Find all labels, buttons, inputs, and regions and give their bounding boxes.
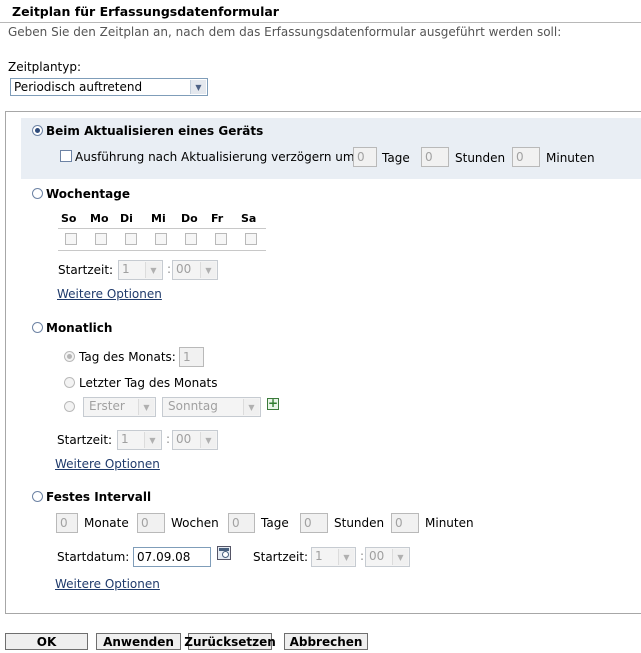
title-divider	[0, 22, 641, 23]
schedule-type-label: Zeitplantyp:	[8, 60, 82, 74]
ok-button[interactable]: OK	[5, 633, 88, 650]
weekday-header: So	[61, 212, 77, 225]
chevron-down-icon: ▼	[200, 432, 216, 448]
chevron-down-icon: ▼	[200, 262, 216, 278]
page-title: Zeitplan für Erfassungsdatenformular	[12, 4, 279, 19]
monthly-hour-select[interactable]: 1 ▼	[117, 430, 162, 450]
interval-months-label: Monate	[84, 516, 129, 530]
chevron-down-icon: ▼	[144, 432, 160, 448]
last-day-radio[interactable]	[64, 377, 75, 388]
month-weekday-select[interactable]: Sonntag ▼	[162, 397, 261, 417]
interval-minute-value: 00	[369, 549, 385, 563]
schedule-type-value: Periodisch auftretend	[14, 80, 143, 94]
weekday-header: Fr	[211, 212, 224, 225]
day-of-month-radio[interactable]	[64, 351, 75, 362]
weekday-header: Mo	[90, 212, 109, 225]
weekday-checkbox[interactable]	[185, 233, 197, 245]
apply-button[interactable]: Anwenden	[96, 633, 181, 650]
weekdays-start-time-label: Startzeit:	[58, 263, 114, 277]
chevron-down-icon: ▼	[392, 549, 408, 565]
start-date-input[interactable]: 07.09.08	[133, 547, 211, 567]
interval-start-time-label: Startzeit:	[253, 550, 309, 564]
delay-days-label: Tage	[382, 151, 410, 165]
ordinal-value: Erster	[89, 399, 125, 413]
last-day-label: Letzter Tag des Monats	[79, 376, 218, 390]
page-description: Geben Sie den Zeitplan an, nach dem das …	[8, 25, 562, 39]
weekdays-hour-value: 1	[122, 262, 130, 276]
time-separator: :	[166, 432, 171, 446]
weekday-header: Do	[181, 212, 198, 225]
weekday-header: Sa	[241, 212, 257, 225]
weekday-of-month-radio[interactable]	[64, 401, 75, 412]
chevron-down-icon: ▼	[145, 262, 161, 278]
day-of-month-label: Tag des Monats:	[79, 350, 176, 364]
delay-label: Ausführung nach Aktualisierung verzögern…	[75, 150, 359, 164]
interval-hour-value: 1	[315, 549, 323, 563]
weekday-divider	[58, 250, 266, 251]
delay-minutes-input[interactable]: 0	[512, 147, 540, 167]
weekday-checkbox[interactable]	[245, 233, 257, 245]
month-weekday-value: Sonntag	[168, 399, 218, 413]
delay-hours-input[interactable]: 0	[421, 147, 449, 167]
weekday-header: Di	[120, 212, 133, 225]
calendar-icon[interactable]	[217, 546, 231, 560]
monthly-minute-value: 00	[176, 432, 192, 446]
ordinal-select[interactable]: Erster ▼	[83, 397, 156, 417]
interval-minutes-label: Minuten	[425, 516, 474, 530]
schedule-type-select[interactable]: Periodisch auftretend ▼	[10, 78, 208, 96]
monthly-start-time-label: Startzeit:	[57, 433, 113, 447]
fixed-interval-radio[interactable]	[32, 491, 43, 502]
chevron-down-icon: ▼	[243, 399, 259, 415]
delay-checkbox[interactable]	[60, 150, 72, 162]
device-refresh-label: Beim Aktualisieren eines Geräts	[46, 124, 264, 138]
interval-months-input[interactable]: 0	[56, 513, 78, 533]
day-of-month-input[interactable]: 1	[179, 347, 204, 367]
chevron-down-icon: ▼	[138, 399, 154, 415]
weekdays-radio[interactable]	[32, 188, 43, 199]
delay-days-input[interactable]: 0	[353, 147, 377, 167]
interval-days-input[interactable]: 0	[228, 513, 255, 533]
chevron-down-icon: ▼	[338, 549, 354, 565]
weekday-divider	[58, 228, 266, 229]
weekdays-hour-select[interactable]: 1 ▼	[118, 260, 163, 280]
delay-hours-label: Stunden	[455, 151, 506, 165]
interval-minutes-input[interactable]: 0	[391, 513, 419, 533]
chevron-down-icon: ▼	[190, 80, 206, 94]
time-separator: :	[360, 549, 365, 563]
interval-hours-input[interactable]: 0	[300, 513, 328, 533]
weekday-checkbox[interactable]	[215, 233, 227, 245]
weekday-checkbox[interactable]	[125, 233, 137, 245]
fixed-interval-label: Festes Intervall	[46, 490, 152, 504]
monthly-minute-select[interactable]: 00 ▼	[172, 430, 218, 450]
interval-hours-label: Stunden	[334, 516, 385, 530]
start-date-label: Startdatum:	[57, 550, 130, 564]
weekday-checkbox[interactable]	[95, 233, 107, 245]
weekday-header: Mi	[151, 212, 166, 225]
add-icon[interactable]: +	[267, 397, 279, 410]
interval-weeks-label: Wochen	[171, 516, 219, 530]
interval-minute-select[interactable]: 00 ▼	[365, 547, 410, 567]
cancel-button[interactable]: Abbrechen	[284, 633, 368, 650]
weekday-checkbox[interactable]	[65, 233, 77, 245]
interval-hour-select[interactable]: 1 ▼	[311, 547, 356, 567]
weekdays-label: Wochentage	[46, 187, 130, 201]
interval-days-label: Tage	[261, 516, 289, 530]
monthly-radio[interactable]	[32, 322, 43, 333]
time-separator: :	[167, 262, 172, 276]
monthly-label: Monatlich	[46, 321, 113, 335]
interval-more-options-link[interactable]: Weitere Optionen	[55, 577, 160, 591]
weekdays-more-options-link[interactable]: Weitere Optionen	[57, 287, 162, 301]
interval-weeks-input[interactable]: 0	[137, 513, 165, 533]
reset-button[interactable]: Zurücksetzen	[184, 633, 276, 650]
delay-minutes-label: Minuten	[546, 151, 595, 165]
monthly-hour-value: 1	[121, 432, 129, 446]
device-refresh-radio[interactable]	[32, 125, 43, 136]
weekdays-minute-value: 00	[176, 262, 192, 276]
weekday-checkbox[interactable]	[155, 233, 167, 245]
monthly-more-options-link[interactable]: Weitere Optionen	[55, 457, 160, 471]
weekdays-minute-select[interactable]: 00 ▼	[172, 260, 218, 280]
